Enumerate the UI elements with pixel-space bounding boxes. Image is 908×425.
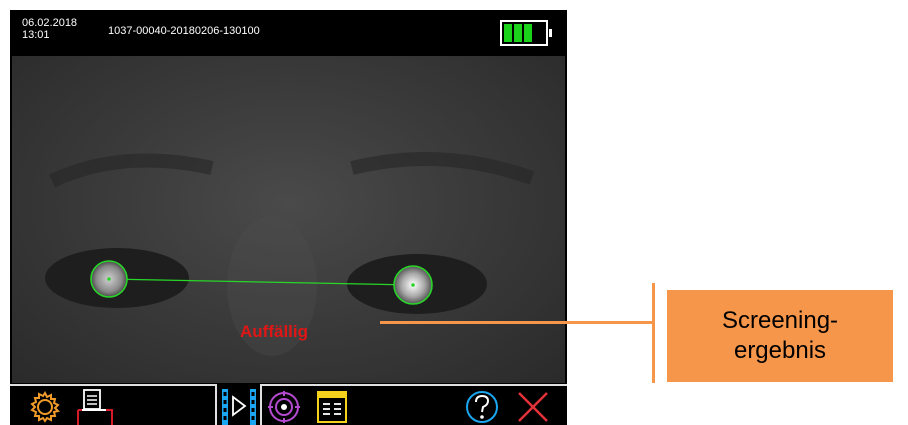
date-text: 06.02.2018: [22, 17, 78, 29]
bottom-toolbar: [10, 384, 567, 425]
camera-view: Auffällig: [12, 56, 565, 383]
callout-line-2: ergebnis: [733, 337, 827, 364]
target-icon[interactable]: [266, 389, 302, 425]
left-eyebrow: [49, 153, 214, 188]
record-id: 1037-00040-20180206-130100: [108, 25, 260, 37]
screening-result: Auffällig: [240, 322, 308, 341]
help-icon[interactable]: [464, 389, 500, 425]
close-icon[interactable]: [515, 389, 551, 425]
datetime: 06.02.2018 13:01: [22, 17, 77, 41]
callout-label: Screening- ergebnis: [667, 290, 893, 382]
time-text: 13:01: [22, 29, 50, 41]
right-eyebrow: [350, 152, 535, 185]
print-icon[interactable]: [74, 388, 116, 425]
callout-connector: [380, 321, 653, 324]
device-screen: 06.02.2018 13:01 1037-00040-20180206-130…: [10, 10, 567, 425]
gear-icon[interactable]: [28, 390, 62, 424]
report-icon[interactable]: [314, 389, 350, 425]
status-bar: 06.02.2018 13:01 1037-00040-20180206-130…: [10, 10, 567, 56]
callout-line-1: Screening-: [721, 307, 839, 334]
callout-bracket: [652, 283, 655, 383]
video-play-icon[interactable]: [220, 387, 258, 425]
battery-full-icon: [500, 20, 552, 46]
